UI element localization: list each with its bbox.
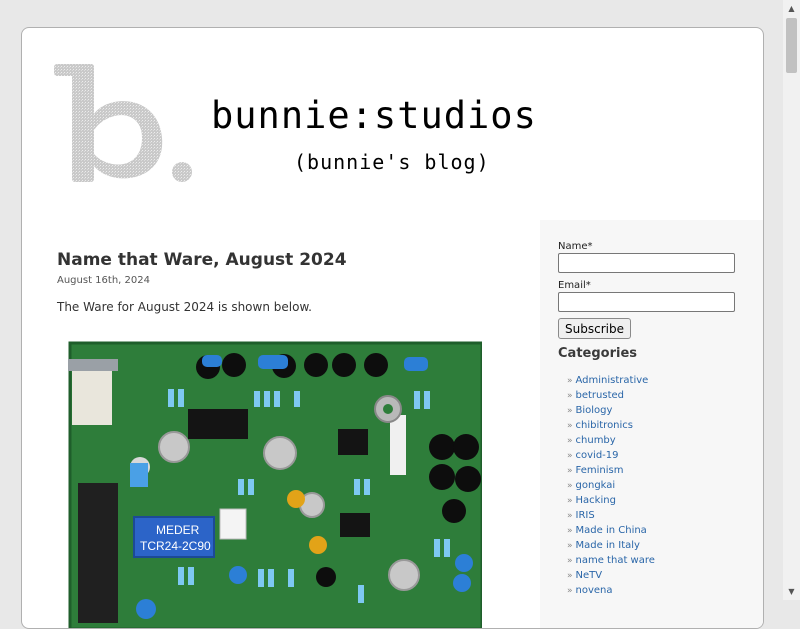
category-link-chumby[interactable]: chumby: [576, 435, 616, 446]
post-title[interactable]: Name that Ware, August 2024: [57, 250, 347, 270]
category-item[interactable]: » novena: [567, 583, 655, 598]
category-item[interactable]: » covid-19: [567, 448, 655, 463]
relay-label-2: TCR24-2C90: [140, 539, 211, 553]
relay-label-1: MEDER: [156, 523, 200, 537]
category-item[interactable]: » betrusted: [567, 388, 655, 403]
category-link-novena[interactable]: novena: [576, 585, 613, 596]
email-label: Email*: [558, 280, 591, 291]
bullet-icon: »: [567, 391, 573, 401]
bullet-icon: »: [567, 541, 573, 551]
bullet-icon: »: [567, 436, 573, 446]
category-item[interactable]: » NeTV: [567, 568, 655, 583]
category-item[interactable]: » Feminism: [567, 463, 655, 478]
category-item[interactable]: » Administrative: [567, 373, 655, 388]
category-link-name-that-ware[interactable]: name that ware: [576, 555, 655, 566]
scroll-up-icon[interactable]: ▲: [783, 0, 800, 17]
category-link-chibitronics[interactable]: chibitronics: [576, 420, 634, 431]
bullet-icon: »: [567, 511, 573, 521]
name-label: Name*: [558, 241, 593, 252]
category-link-covid-19[interactable]: covid-19: [576, 450, 619, 461]
sidebar: Name* Email* Subscribe Categories » Admin…: [540, 220, 763, 628]
category-item[interactable]: » Made in China: [567, 523, 655, 538]
category-item[interactable]: » IRIS: [567, 508, 655, 523]
site-subtitle: (bunnie's blog): [294, 150, 490, 174]
post-body: The Ware for August 2024 is shown below.: [57, 300, 312, 314]
category-link-feminism[interactable]: Feminism: [576, 465, 624, 476]
blog-page: b. bunnie:studios (bunnie's blog) Name t…: [21, 27, 764, 629]
scroll-down-icon[interactable]: ▼: [783, 583, 800, 600]
categories-heading: Categories: [558, 346, 638, 361]
category-link-made-in-italy[interactable]: Made in Italy: [576, 540, 640, 551]
bullet-icon: »: [567, 406, 573, 416]
bullet-icon: »: [567, 556, 573, 566]
vertical-scrollbar[interactable]: ▲ ▼: [783, 0, 800, 600]
bullet-icon: »: [567, 496, 573, 506]
logo-b-icon[interactable]: b.: [46, 54, 196, 194]
category-link-administrative[interactable]: Administrative: [576, 375, 649, 386]
bullet-icon: »: [567, 571, 573, 581]
category-item[interactable]: » Hacking: [567, 493, 655, 508]
category-item[interactable]: » Made in Italy: [567, 538, 655, 553]
bullet-icon: »: [567, 451, 573, 461]
category-item[interactable]: » name that ware: [567, 553, 655, 568]
category-list: » Administrative » betrusted » Biology » chi…: [567, 373, 655, 598]
bullet-icon: »: [567, 586, 573, 596]
email-input[interactable]: [558, 292, 735, 312]
bullet-icon: »: [567, 376, 573, 386]
post-date: August 16th, 2024: [57, 275, 150, 286]
category-link-gongkai[interactable]: gongkai: [576, 480, 616, 491]
category-link-hacking[interactable]: Hacking: [576, 495, 616, 506]
category-item[interactable]: » Biology: [567, 403, 655, 418]
name-input[interactable]: [558, 253, 735, 273]
bullet-icon: »: [567, 526, 573, 536]
category-link-iris[interactable]: IRIS: [576, 510, 595, 521]
subscribe-button[interactable]: Subscribe: [558, 318, 631, 339]
bullet-icon: »: [567, 421, 573, 431]
bullet-icon: »: [567, 481, 573, 491]
site-title[interactable]: bunnie:studios: [211, 94, 537, 137]
category-link-made-in-china[interactable]: Made in China: [576, 525, 647, 536]
category-link-biology[interactable]: Biology: [576, 405, 613, 416]
category-item[interactable]: » chumby: [567, 433, 655, 448]
category-link-betrusted[interactable]: betrusted: [576, 390, 625, 401]
pcb-ware-image[interactable]: MEDER TCR24-2C90: [58, 329, 482, 629]
scrollbar-thumb[interactable]: [786, 18, 797, 73]
category-item[interactable]: » chibitronics: [567, 418, 655, 433]
category-link-netv[interactable]: NeTV: [576, 570, 603, 581]
bullet-icon: »: [567, 466, 573, 476]
category-item[interactable]: » gongkai: [567, 478, 655, 493]
